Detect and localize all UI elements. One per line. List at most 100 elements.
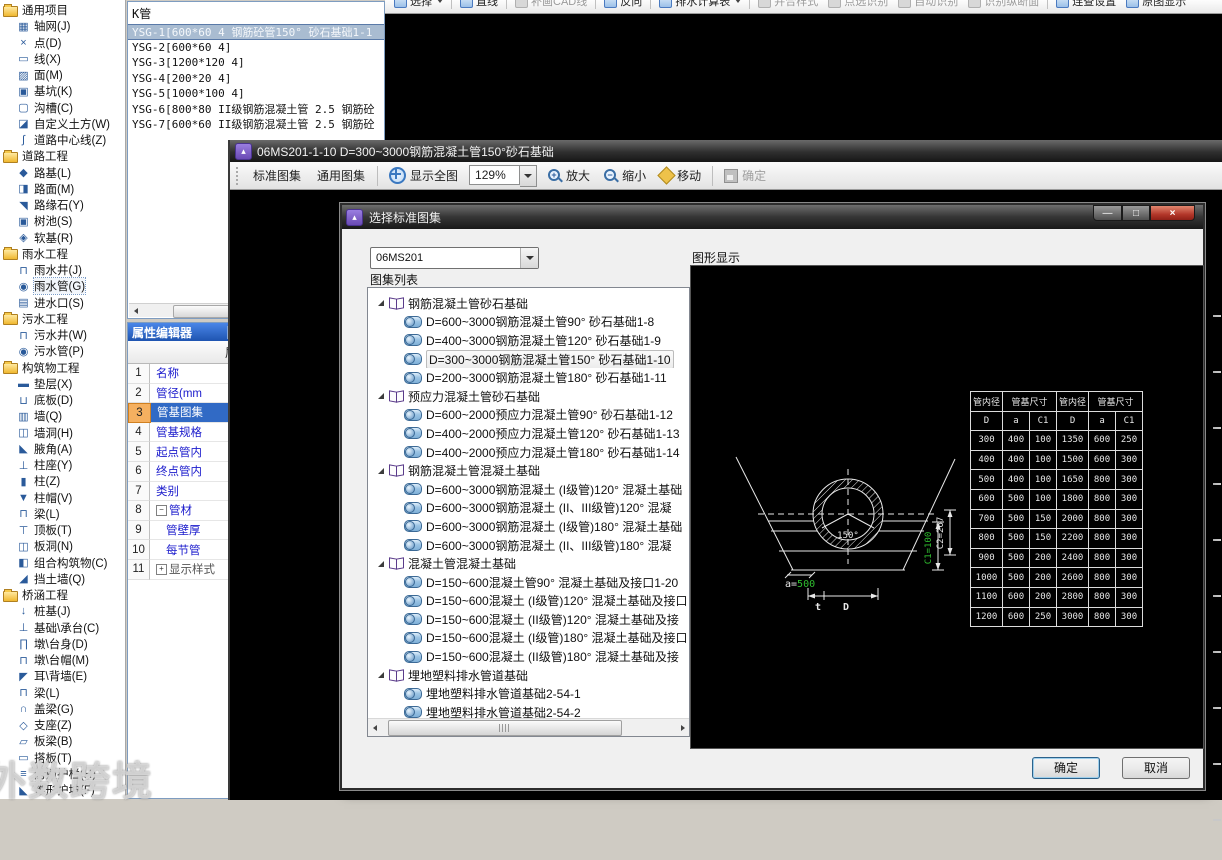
scroll-left-icon[interactable] xyxy=(368,719,381,736)
sidebar-item[interactable]: ⊓ 梁(L) xyxy=(0,506,125,522)
fit-view-button[interactable]: 显示全图 xyxy=(384,167,463,184)
sidebar-item[interactable]: ◤ 耳\背墙(E) xyxy=(0,668,125,684)
project-sidebar[interactable]: 通用项目 ▦ 轴网(J) × 点(D) ▭ 线(X) ▨ 面(M) ▣ 基坑(K) ▢ 沟槽(C) ◪ 自定… xyxy=(0,0,126,799)
pipe-list-item[interactable]: YSG-3[1200*120 4] xyxy=(128,55,384,71)
chevron-down-icon[interactable] xyxy=(520,248,538,268)
close-button[interactable]: × xyxy=(1150,205,1195,221)
expanded-arrow-icon[interactable] xyxy=(378,300,384,307)
expanded-arrow-icon[interactable] xyxy=(378,393,384,400)
sidebar-item[interactable]: ∏ 墩\台身(D) xyxy=(0,636,125,652)
confirm-button-disabled[interactable]: 确定 xyxy=(719,167,771,184)
sidebar-item[interactable]: ▨ 面(M) xyxy=(0,67,125,83)
collapse-icon[interactable]: − xyxy=(156,504,167,516)
atlas-tree-item[interactable]: D=600~2000预应力混凝土管90° 砂石基础1-12 xyxy=(368,406,689,425)
atlas-tree-item[interactable]: D=400~2000预应力混凝土管180° 砂石基础1-14 xyxy=(368,443,689,462)
atlas-tree-item[interactable]: D=400~3000钢筋混凝土管120° 砂石基础1-9 xyxy=(368,331,689,350)
sidebar-item[interactable]: ⊤ 顶板(T) xyxy=(0,522,125,538)
sidebar-item[interactable]: ▦ 轴网(J) xyxy=(0,18,125,34)
sidebar-item[interactable]: ◉ 污水管(P) xyxy=(0,343,125,359)
toolbar-original-view[interactable]: 原图显示 xyxy=(1121,0,1191,9)
maximize-button[interactable]: □ xyxy=(1122,205,1150,221)
sidebar-item[interactable]: ⊓ 梁(L) xyxy=(0,685,125,701)
sidebar-item[interactable]: ▱ 板梁(B) xyxy=(0,733,125,749)
sidebar-item[interactable]: ◈ 软基(R) xyxy=(0,230,125,246)
sidebar-item[interactable]: ▭ 搭板(T) xyxy=(0,750,125,766)
atlas-select-dropdown[interactable]: 06MS201 xyxy=(370,247,539,269)
sidebar-item[interactable]: ↓ 桩基(J) xyxy=(0,603,125,619)
standard-atlas-tab[interactable]: 标准图集 xyxy=(247,164,307,187)
minimize-button[interactable]: — xyxy=(1093,205,1122,221)
sidebar-item[interactable]: × 点(D) xyxy=(0,35,125,51)
atlas-tree-item[interactable]: D=600~3000钢筋混凝土 (I级管)120° 混凝土基础 xyxy=(368,480,689,499)
sidebar-folder[interactable]: 通用项目 xyxy=(0,2,125,18)
sidebar-item[interactable]: ◣ 腋角(A) xyxy=(0,441,125,457)
atlas-tree-item[interactable]: D=200~3000钢筋混凝土管180° 砂石基础1-11 xyxy=(368,368,689,387)
toolbar-link-check-settings[interactable]: 连查设置 xyxy=(1051,0,1121,9)
pipe-list-item[interactable]: YSG-7[600*60 II级钢筋混凝土管 2.5 钢筋砼 xyxy=(128,117,384,133)
cancel-button[interactable]: 取消 xyxy=(1122,757,1190,779)
scroll-right-icon[interactable] xyxy=(676,719,689,736)
expand-icon[interactable]: + xyxy=(156,563,167,575)
atlas-tree-folder[interactable]: 混凝土管混凝土基础 xyxy=(368,554,689,573)
sidebar-item[interactable]: ◫ 板洞(N) xyxy=(0,538,125,554)
toolbar-reverse[interactable]: 反向 xyxy=(599,0,647,9)
atlas-tree-item[interactable]: D=150~600混凝土 (II级管)180° 混凝土基础及接 xyxy=(368,647,689,666)
pipe-list-item[interactable]: YSG-1[600*60 4 钢筋砼管150° 砂石基础1-1 xyxy=(128,24,384,40)
atlas-tree-item[interactable]: D=150~600混凝土 (II级管)120° 混凝土基础及接 xyxy=(368,610,689,629)
sidebar-item[interactable]: ∩ 盖梁(G) xyxy=(0,701,125,717)
expanded-arrow-icon[interactable] xyxy=(378,467,384,474)
pipe-list-item[interactable]: YSG-6[800*80 II级钢筋混凝土管 2.5 钢筋砼 xyxy=(128,102,384,118)
sidebar-item[interactable]: ◨ 路面(M) xyxy=(0,181,125,197)
sidebar-folder[interactable]: 构筑物工程 xyxy=(0,360,125,376)
zoom-level-value[interactable]: 129% xyxy=(469,164,521,185)
expanded-arrow-icon[interactable] xyxy=(378,560,384,567)
zoom-in-button[interactable]: + 放大 xyxy=(543,167,595,184)
atlas-tree-folder[interactable]: 预应力混凝土管砂石基础 xyxy=(368,387,689,406)
sidebar-item[interactable]: ◆ 路基(L) xyxy=(0,165,125,181)
ok-button[interactable]: 确定 xyxy=(1032,757,1100,779)
sidebar-item[interactable]: ◉ 雨水管(G) xyxy=(0,277,125,296)
tree-hscrollbar[interactable] xyxy=(368,718,689,736)
atlas-tree-item[interactable]: D=150~600混凝土 (I级管)120° 混凝土基础及接口 xyxy=(368,592,689,611)
sidebar-folder[interactable]: 道路工程 xyxy=(0,148,125,164)
toolbar-drainage-table[interactable]: 排水计算表 xyxy=(654,0,746,9)
pan-button[interactable]: 移动 xyxy=(655,166,706,185)
sidebar-item[interactable]: ◥ 路缘石(Y) xyxy=(0,197,125,213)
atlas-tree-item[interactable]: D=150~600混凝土管90° 混凝土基础及接口1-20 xyxy=(368,573,689,592)
sidebar-item[interactable]: ⊔ 底板(D) xyxy=(0,392,125,408)
sidebar-item[interactable]: ⊥ 柱座(Y) xyxy=(0,457,125,473)
zoom-level-combo[interactable]: 129% xyxy=(469,164,538,187)
sidebar-item[interactable]: ⊓ 污水井(W) xyxy=(0,327,125,343)
sidebar-item[interactable]: ▼ 柱帽(V) xyxy=(0,490,125,506)
sidebar-item[interactable]: ⊓ 雨水井(J) xyxy=(0,262,125,278)
toolbar-select[interactable]: 选择 xyxy=(389,0,448,9)
sidebar-item[interactable]: ◢ 挡土墙(Q) xyxy=(0,571,125,587)
pipe-list-item[interactable]: YSG-4[200*20 4] xyxy=(128,71,384,87)
sidebar-item[interactable]: ▬ 垫层(X) xyxy=(0,376,125,392)
sidebar-item[interactable]: ◇ 支座(Z) xyxy=(0,717,125,733)
sidebar-item[interactable]: ▣ 树池(S) xyxy=(0,213,125,229)
atlas-tree-item[interactable]: D=150~600混凝土 (I级管)180° 混凝土基础及接口 xyxy=(368,629,689,648)
cad-preview[interactable]: 150° a=500 C1=100 C2=267 t D 管内径 管基尺寸 管内径管… xyxy=(690,265,1204,749)
sidebar-item[interactable]: ▮ 柱(Z) xyxy=(0,473,125,489)
toolbar-pick-recognize[interactable]: 点选识别 xyxy=(823,0,893,9)
sidebar-item[interactable]: ◫ 墙洞(H) xyxy=(0,425,125,441)
atlas-tree-folder[interactable]: 埋地塑料排水管道基础 xyxy=(368,666,689,685)
sidebar-folder[interactable]: 污水工程 xyxy=(0,311,125,327)
toolbar-auto-recognize[interactable]: 自动识别 xyxy=(893,0,963,9)
scrollbar-thumb[interactable] xyxy=(388,720,622,736)
atlas-tree-folder[interactable]: 钢筋混凝土管砂石基础 xyxy=(368,294,689,313)
sidebar-item[interactable]: ▥ 墙(Q) xyxy=(0,408,125,424)
toolbar-line-tool[interactable]: 直线 xyxy=(455,0,503,9)
expanded-arrow-icon[interactable] xyxy=(378,672,384,679)
atlas-tree-item[interactable]: D=600~3000钢筋混凝土 (II、III级管)120° 混凝 xyxy=(368,499,689,518)
atlas-tree-item[interactable]: D=600~3000钢筋混凝土 (I级管)180° 混凝土基础 xyxy=(368,517,689,536)
sidebar-item[interactable]: ◣ 锥形护坡(F) xyxy=(0,782,125,798)
atlas-tree-panel[interactable]: 钢筋混凝土管砂石基础 D=600~3000钢筋混凝土管90° 砂石基础1-8 D=4… xyxy=(367,287,690,737)
toolbar-profile-recognize[interactable]: 识别纵断面 xyxy=(963,0,1044,9)
atlas-tree-item[interactable]: D=400~2000预应力混凝土管120° 砂石基础1-13 xyxy=(368,424,689,443)
atlas-dialog-titlebar[interactable]: ▴ 06MS201-1-10 D=300~3000钢筋混凝土管150°砂石基础 xyxy=(230,140,1222,162)
pipe-list-item[interactable]: YSG-5[1000*100 4] xyxy=(128,86,384,102)
sidebar-item[interactable]: ◧ 组合构筑物(C) xyxy=(0,555,125,571)
modal-titlebar[interactable]: ▴ 选择标准图集 — □ × xyxy=(342,205,1203,229)
